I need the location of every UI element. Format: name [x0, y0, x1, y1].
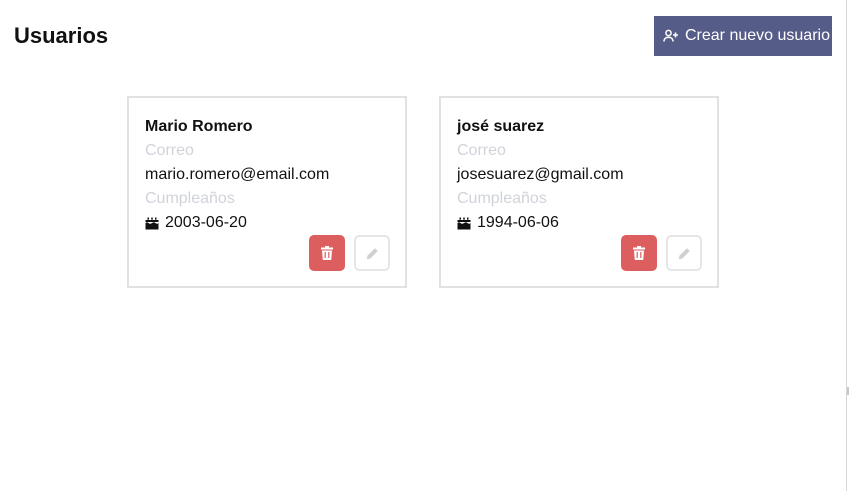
birthday-value: 2003-06-20	[165, 214, 247, 231]
birthday-cake-icon	[457, 217, 471, 230]
create-user-button[interactable]: Crear nuevo usuario	[654, 16, 832, 56]
user-name: Mario Romero	[145, 118, 253, 135]
user-plus-icon	[663, 29, 679, 43]
user-birthday: 1994-06-06	[457, 213, 559, 233]
page-title: Usuarios	[14, 23, 109, 48]
user-name: josé suarez	[457, 118, 545, 135]
trash-icon	[321, 246, 333, 260]
create-user-label: Crear nuevo usuario	[685, 27, 830, 44]
user-birthday: 2003-06-20	[145, 213, 247, 233]
trash-icon	[633, 246, 645, 260]
user-card: josé suarez Correo josesuarez@gmail.com …	[439, 96, 719, 288]
pencil-icon	[678, 247, 691, 260]
user-card: Mario Romero Correo mario.romero@email.c…	[127, 96, 407, 288]
pencil-icon	[366, 247, 379, 260]
delete-user-button[interactable]	[621, 235, 657, 271]
edit-user-button[interactable]	[666, 235, 702, 271]
delete-user-button[interactable]	[309, 235, 345, 271]
user-email: mario.romero@email.com	[145, 166, 330, 183]
birthday-cake-icon	[145, 217, 159, 230]
birthday-label: Cumpleaños	[457, 190, 547, 207]
user-email: josesuarez@gmail.com	[457, 166, 624, 183]
birthday-label: Cumpleaños	[145, 190, 235, 207]
edit-user-button[interactable]	[354, 235, 390, 271]
users-page: Usuarios Crear nuevo usuario Mario Romer…	[0, 0, 846, 491]
email-label: Correo	[457, 142, 506, 159]
email-label: Correo	[145, 142, 194, 159]
birthday-value: 1994-06-06	[477, 214, 559, 231]
